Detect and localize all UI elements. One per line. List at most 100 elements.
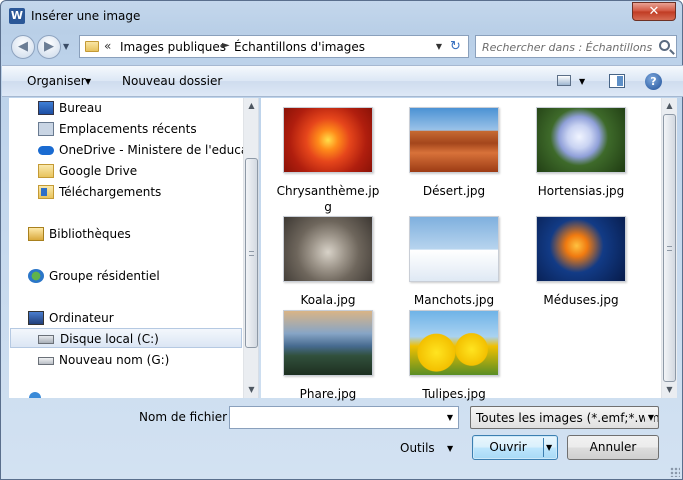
sidebar-item-label: Ordinateur [49,311,114,325]
sidebar-item-recent-places[interactable]: Emplacements récents [38,119,238,139]
file-list-scrollbar[interactable]: ▲ ▼ [661,98,677,398]
open-options-dropdown[interactable]: ▼ [546,436,552,459]
file-type-value: Toutes les images (*.emf;*.wmf [476,411,659,425]
file-name: Chrysanthème.jpg [276,184,380,214]
cancel-button[interactable]: Annuler [567,435,659,460]
sidebar-item-label: OneDrive - Ministere de l'education [59,143,259,157]
sidebar-item-onedrive[interactable]: OneDrive - Ministere de l'education [38,140,258,160]
refresh-button[interactable]: ↻ [443,35,469,58]
sidebar-item-label: Bureau [59,101,102,115]
sidebar-item-drive-g[interactable]: Nouveau nom (G:) [38,350,238,370]
sidebar-item-label: Téléchargements [59,185,162,199]
chrysanthemum-thumbnail [283,107,373,173]
view-options-dropdown[interactable]: ▼ [579,77,585,86]
word-app-icon: W [9,8,25,24]
drive-icon [38,357,54,365]
help-icon[interactable]: ? [645,73,662,90]
onedrive-icon [38,143,54,157]
breadcrumb-sample-pictures[interactable]: Échantillons d'images [234,40,365,54]
filename-combobox[interactable]: ▼ [229,406,459,429]
file-type-dropdown-icon[interactable]: ▼ [644,413,654,422]
homegroup-icon [28,269,44,283]
scroll-grip-icon [667,246,672,251]
sidebar-item-label: Emplacements récents [59,122,197,136]
scroll-thumb[interactable] [245,158,258,348]
insert-image-dialog: W Insérer une image ✕ ◀ ▶ ▼ « Images pub… [0,0,683,480]
file-name: Manchots.jpg [413,293,495,307]
folder-icon [38,164,54,178]
file-name: Méduses.jpg [543,293,619,307]
address-history-dropdown[interactable]: ▼ [436,42,442,51]
folder-icon [85,41,99,52]
tools-button[interactable]: Outils [400,441,435,455]
search-box[interactable] [475,35,677,58]
recent-locations-dropdown[interactable]: ▼ [63,42,69,51]
close-button[interactable]: ✕ [632,2,676,21]
sidebar-item-libraries[interactable]: Bibliothèques [28,224,228,244]
sidebar-item-local-disk[interactable]: Disque local (C:) [10,328,242,348]
resize-grip-icon[interactable] [670,467,680,477]
sidebar-item-label: Disque local (C:) [60,332,159,346]
sidebar-item-computer[interactable]: Ordinateur [28,308,228,328]
file-type-select[interactable]: Toutes les images (*.emf;*.wmf ▼ [470,406,659,429]
sidebar-item-google-drive[interactable]: Google Drive [38,161,238,181]
file-name: Koala.jpg [300,293,356,307]
tools-dropdown-icon[interactable]: ▼ [447,444,453,453]
scroll-down-button[interactable]: ▼ [662,382,677,398]
network-icon [29,392,41,398]
breadcrumb-separator-icon[interactable]: ► [222,40,230,51]
file-name: Hortensias.jpg [537,184,625,198]
scroll-up-button[interactable]: ▲ [244,98,258,114]
filename-input[interactable] [233,410,438,425]
lighthouse-thumbnail [283,310,373,376]
navigation-bar: ◀ ▶ ▼ « Images publiques ► Échantillons … [7,33,677,61]
koala-thumbnail [283,216,373,282]
organize-button[interactable]: Organiser [27,74,86,88]
navigation-pane[interactable]: Bureau Emplacements récents OneDrive - M… [9,98,259,398]
sidebar-item-homegroup[interactable]: Groupe résidentiel [28,266,228,286]
hydrangeas-thumbnail [536,107,626,173]
forward-button[interactable]: ▶ [37,35,61,59]
desktop-icon [38,101,54,115]
window-title: Insérer une image [31,9,141,23]
command-toolbar: Organiser ▼ Nouveau dossier ▼ ? [2,65,683,97]
sidebar-item-label: Google Drive [59,164,138,178]
file-name: Phare.jpg [299,387,357,401]
tulips-thumbnail [409,310,499,376]
filename-label: Nom de fichier : [139,410,235,424]
sidebar-item-label: Bibliothèques [49,227,131,241]
filename-dropdown-icon[interactable]: ▼ [447,413,453,422]
penguins-thumbnail [409,216,499,282]
sidebar-item-downloads[interactable]: Téléchargements [38,182,238,202]
address-bar[interactable]: « Images publiques ► Échantillons d'imag… [79,35,447,58]
preview-pane-icon[interactable] [609,74,625,88]
file-name: Tulipes.jpg [422,387,486,401]
organize-dropdown-icon[interactable]: ▼ [85,77,91,86]
sidebar-item-desktop[interactable]: Bureau [38,98,238,118]
recent-places-icon [38,122,54,136]
sidebar-item-label: Nouveau nom (G:) [59,353,170,367]
navigation-pane-scrollbar[interactable]: ▲ ▼ [243,98,258,398]
new-folder-button[interactable]: Nouveau dossier [122,74,222,88]
breadcrumb-public-pictures[interactable]: Images publiques [120,40,226,54]
open-split-divider [543,438,544,457]
scroll-thumb[interactable] [663,114,676,382]
back-button[interactable]: ◀ [11,35,35,59]
jellyfish-thumbnail [536,216,626,282]
open-button[interactable]: Ouvrir ▼ [472,435,558,460]
open-button-label: Ouvrir [489,440,527,454]
breadcrumb-overflow-button[interactable]: « [104,39,111,53]
sidebar-item-label: Groupe résidentiel [49,269,160,283]
scroll-down-button[interactable]: ▼ [244,382,258,398]
downloads-icon [38,185,54,199]
libraries-icon [28,227,44,241]
computer-icon [28,311,44,325]
scroll-grip-icon [249,251,254,256]
search-icon[interactable] [659,40,670,51]
file-list[interactable]: Chrysanthème.jpg Désert.jpg Hortensias.j… [261,98,661,401]
desert-thumbnail [409,107,499,173]
scroll-up-button[interactable]: ▲ [662,98,677,114]
change-view-icon[interactable] [557,75,571,86]
search-input[interactable] [482,39,652,55]
local-disk-icon [38,335,54,344]
